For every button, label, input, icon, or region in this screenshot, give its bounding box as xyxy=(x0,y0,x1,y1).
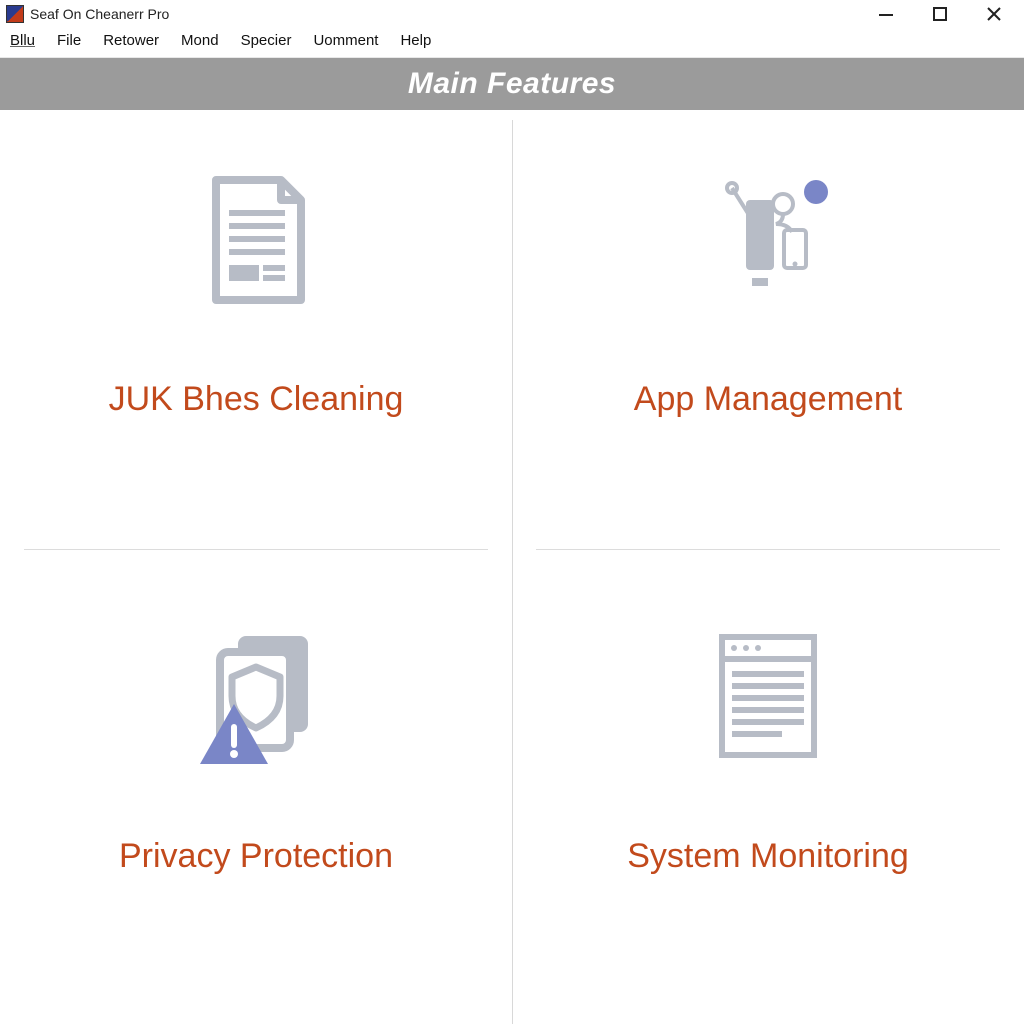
feature-junk-cleaning[interactable]: JUK Bhes Cleaning xyxy=(0,110,512,567)
minimize-icon xyxy=(877,5,895,23)
close-button[interactable] xyxy=(980,3,1008,25)
feature-privacy-protection[interactable]: Privacy Protection xyxy=(0,567,512,1024)
feature-label: JUK Bhes Cleaning xyxy=(109,380,404,419)
titlebar: Seaf On Cheanerr Pro xyxy=(0,0,1024,28)
privacy-shield-icon xyxy=(176,617,336,777)
header-strip: Main Features xyxy=(0,58,1024,110)
page-title: Main Features xyxy=(408,67,616,101)
window-title: Seaf On Cheanerr Pro xyxy=(30,6,169,22)
window-controls xyxy=(872,3,1018,25)
feature-label: App Management xyxy=(634,380,902,419)
maximize-button[interactable] xyxy=(926,3,954,25)
feature-app-management[interactable]: App Management xyxy=(512,110,1024,567)
feature-system-monitoring[interactable]: System Monitoring xyxy=(512,567,1024,1024)
feature-label: System Monitoring xyxy=(627,837,909,876)
minimize-button[interactable] xyxy=(872,3,900,25)
horizontal-divider-left xyxy=(24,549,488,550)
close-icon xyxy=(985,5,1003,23)
menu-item-bllu[interactable]: Bllu xyxy=(6,30,39,51)
menu-item-file[interactable]: File xyxy=(53,30,85,51)
maximize-icon xyxy=(931,5,949,23)
app-icon xyxy=(6,5,24,23)
menu-item-uomment[interactable]: Uomment xyxy=(309,30,382,51)
features-grid: JUK Bhes Cleaning App Management xyxy=(0,110,1024,1024)
monitor-icon xyxy=(688,617,848,777)
menubar: Bllu File Retower Mond Specier Uomment H… xyxy=(0,28,1024,58)
document-icon xyxy=(176,160,336,320)
menu-item-mond[interactable]: Mond xyxy=(177,30,223,51)
vertical-divider xyxy=(512,120,513,1024)
menu-item-specier[interactable]: Specier xyxy=(237,30,296,51)
menu-item-help[interactable]: Help xyxy=(396,30,435,51)
feature-label: Privacy Protection xyxy=(119,837,393,876)
menu-item-retower[interactable]: Retower xyxy=(99,30,163,51)
horizontal-divider-right xyxy=(536,549,1000,550)
apps-icon xyxy=(688,160,848,320)
